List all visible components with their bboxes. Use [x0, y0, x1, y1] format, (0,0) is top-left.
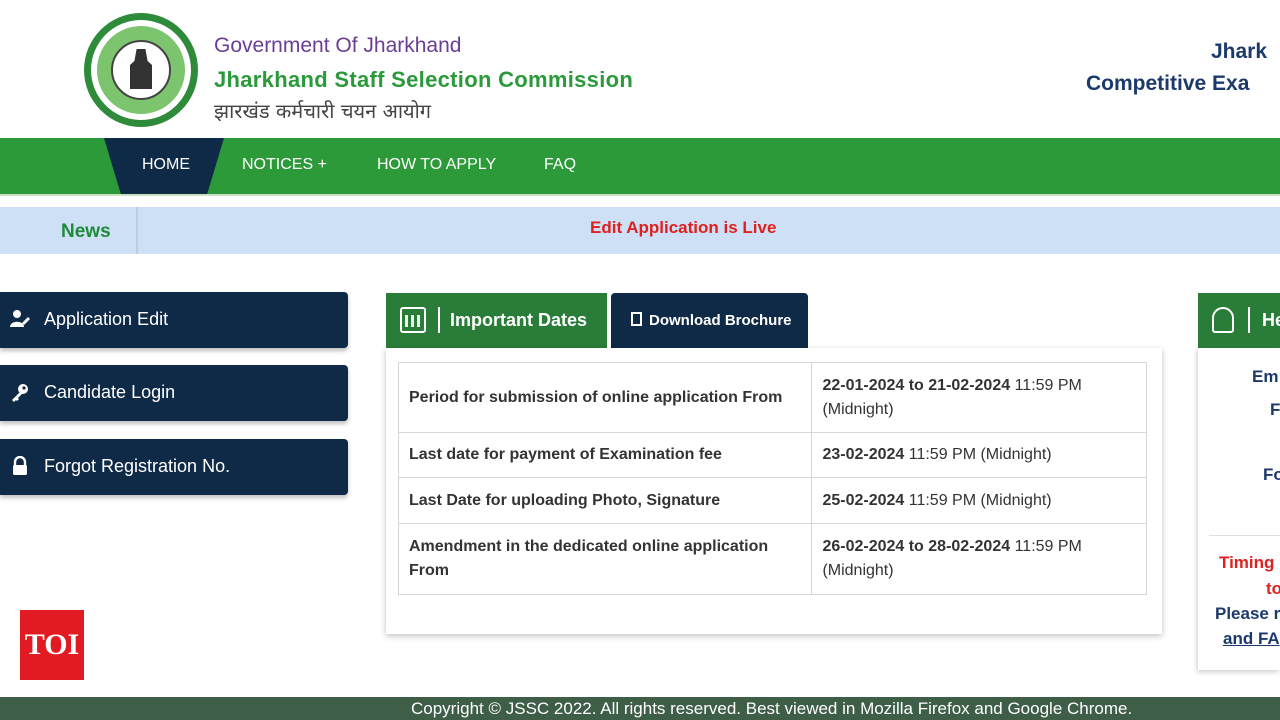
page: Government Of Jharkhand Jharkhand Staff … [0, 0, 1280, 720]
date-cell: 22-01-2024 to 21-02-2024 11:59 PM (Midni… [811, 362, 1147, 433]
tab-download-brochure[interactable]: Download Brochure [611, 293, 808, 348]
nav-item-faq[interactable]: FAQ [544, 156, 576, 174]
user-edit-icon [10, 309, 30, 329]
table-row: Last date for payment of Examination fee… [397, 432, 1147, 478]
document-icon [631, 312, 642, 326]
tab-important-dates-label: Important Dates [450, 310, 588, 330]
lock-icon [10, 455, 30, 476]
news-divider [136, 207, 138, 254]
helpdesk-divider [1209, 535, 1280, 536]
application-edit-button[interactable]: Application Edit [0, 292, 348, 348]
event-cell: Last date for payment of Examination fee [397, 432, 813, 478]
helpdesk-email-text: Em [1252, 367, 1279, 386]
tab-download-brochure-label: Download Brochure [649, 312, 792, 329]
footer-copyright: Copyright © JSSC 2022. All rights reserv… [411, 699, 1133, 718]
date-value: 23-02-2024 [822, 446, 905, 463]
date-value: 26-02-2024 to 28-02-2024 [822, 538, 1011, 555]
calendar-icon [400, 307, 426, 333]
helpdesk-faq-link[interactable]: and FA [1223, 629, 1280, 649]
tab-important-dates[interactable]: Important Dates [386, 293, 607, 348]
helpdesk-timing-text-2: to [1266, 579, 1280, 598]
date-cell: 25-02-2024 11:59 PM (Midnight) [811, 477, 1147, 524]
organization-name-hindi: झारखंड कर्मचारी चयन आयोग [214, 99, 432, 123]
organization-name: Jharkhand Staff Selection Commission [214, 67, 634, 92]
table-row: Period for submission of online applicat… [397, 362, 1147, 433]
nav-item-home[interactable]: HOME [142, 156, 190, 174]
application-edit-label: Application Edit [44, 309, 169, 329]
candidate-login-label: Candidate Login [44, 382, 176, 402]
toi-logo: TOI [20, 610, 84, 680]
time-value: 11:59 PM (Midnight) [908, 446, 1052, 463]
site-footer: Copyright © JSSC 2022. All rights reserv… [0, 697, 1280, 720]
main-nav: HOME NOTICES + HOW TO APPLY FAQ [0, 138, 1280, 196]
exam-title-line1: Jhark [1211, 40, 1268, 63]
time-value: 11:59 PM (Midnight) [908, 491, 1052, 509]
exam-title-line2: Competitive Exa [1086, 72, 1250, 95]
event-cell: Amendment in the dedicated online applic… [397, 523, 813, 595]
table-row: Amendment in the dedicated online applic… [397, 523, 1147, 595]
nav-item-how-to-apply[interactable]: HOW TO APPLY [377, 156, 496, 174]
jssc-emblem-logo[interactable] [84, 13, 198, 127]
key-icon [10, 382, 30, 402]
tab-helpdesk[interactable]: He [1198, 293, 1280, 348]
date-cell: 26-02-2024 to 28-02-2024 11:59 PM (Midni… [811, 523, 1147, 595]
nav-item-notices[interactable]: NOTICES + [242, 156, 327, 174]
event-cell: Last Date for uploading Photo, Signature [397, 477, 813, 524]
date-cell: 23-02-2024 11:59 PM (Midnight) [811, 432, 1147, 478]
site-header: Government Of Jharkhand Jharkhand Staff … [0, 0, 1280, 138]
date-value: 25-02-2024 [822, 491, 905, 509]
forgot-registration-label: Forgot Registration No. [44, 456, 231, 476]
helpdesk-line-f: F [1270, 400, 1280, 419]
helpdesk-please-text: Please r [1215, 604, 1280, 623]
forgot-registration-button[interactable]: Forgot Registration No. [0, 439, 348, 495]
tab-helpdesk-label: He [1262, 310, 1280, 330]
helpdesk-user-icon [1212, 307, 1234, 333]
event-cell: Period for submission of online applicat… [397, 362, 813, 433]
news-bar: News Edit Application is Live [0, 207, 1280, 254]
helpdesk-line-fo: Fo [1263, 465, 1280, 484]
table-row: Last Date for uploading Photo, Signature… [397, 477, 1147, 524]
candidate-login-button[interactable]: Candidate Login [0, 365, 348, 421]
news-ticker-text[interactable]: Edit Application is Live [590, 218, 776, 238]
helpdesk-timing-text: Timing [1219, 553, 1275, 572]
important-dates-table: Period for submission of online applicat… [397, 362, 1147, 595]
government-name: Government Of Jharkhand [214, 34, 462, 57]
date-value: 22-01-2024 to 21-02-2024 [822, 376, 1011, 394]
news-label: News [61, 221, 111, 242]
